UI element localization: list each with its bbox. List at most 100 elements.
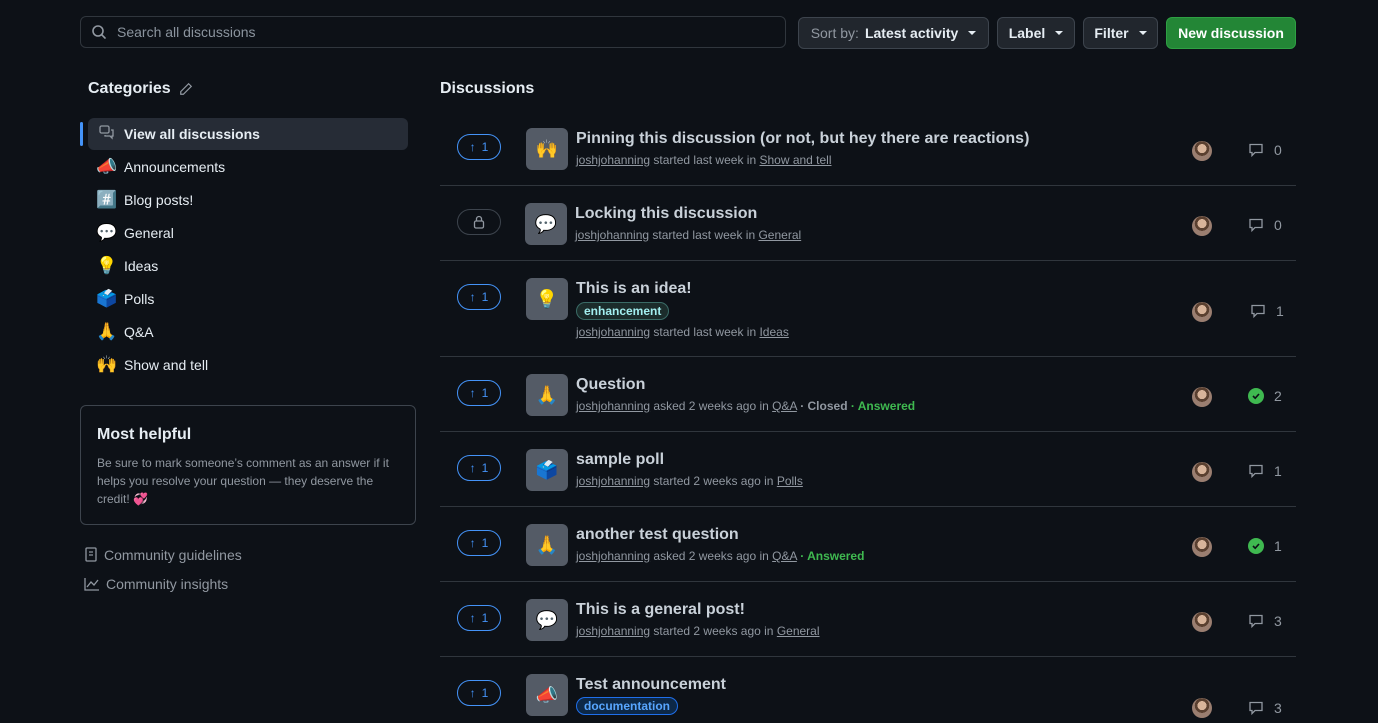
discussion-row[interactable]: ↑ 1 🙏 another test question joshjohanning… <box>440 507 1296 582</box>
discussion-title[interactable]: Question <box>576 376 645 394</box>
discussion-title[interactable]: Test announcement <box>576 676 726 694</box>
meta-verb: asked 2 weeks ago in <box>653 399 769 413</box>
category-link[interactable]: Q&A <box>772 399 797 413</box>
avatar[interactable] <box>1192 612 1212 632</box>
upvote-button[interactable]: ↑ 1 <box>457 530 501 556</box>
category-emoji-tile: 📣 <box>526 674 568 716</box>
discussion-row[interactable]: ↑ 1 💡 This is an idea! enhancement joshjo… <box>440 261 1296 357</box>
label-badge[interactable]: enhancement <box>576 302 670 320</box>
upvote-button[interactable]: ↑ 1 <box>457 380 501 406</box>
comment-count-value: 1 <box>1274 463 1282 479</box>
upvote-button[interactable]: ↑ 1 <box>457 680 501 706</box>
check-circle-icon <box>1248 388 1264 404</box>
upvote-button[interactable]: ↑ 1 <box>457 134 501 160</box>
meta-verb: started 2 weeks ago in <box>653 474 774 488</box>
comment-icon <box>1251 304 1265 319</box>
answered-status: · Answered <box>800 549 865 563</box>
discussion-row[interactable]: ↑ 1 🗳️ sample poll joshjohanning started … <box>440 432 1296 507</box>
category-link[interactable]: General <box>777 624 820 638</box>
new-discussion-label: New discussion <box>1178 25 1284 41</box>
comment-count: 1 <box>1248 538 1282 554</box>
comment-count-value: 0 <box>1274 142 1282 158</box>
lightbulb-icon: 💡 <box>96 255 118 275</box>
upvote-button[interactable]: ↑ 1 <box>457 455 501 481</box>
categories-title: Categories <box>88 80 171 97</box>
upvote-button[interactable]: ↑ 1 <box>457 284 501 310</box>
upvote-button[interactable]: ↑ 1 <box>457 605 501 631</box>
sidebar-item-ideas[interactable]: 💡 Ideas <box>80 249 408 282</box>
avatar[interactable] <box>1192 462 1212 482</box>
discussion-title[interactable]: This is an idea! <box>576 280 692 298</box>
chevron-down-icon <box>1055 31 1064 35</box>
sidebar-item-label: Q&A <box>124 323 154 340</box>
arrow-up-icon: ↑ <box>469 686 476 700</box>
author-link[interactable]: joshjohanning <box>576 399 650 413</box>
avatar[interactable] <box>1192 302 1212 322</box>
discussion-row[interactable]: ↑ 1 🙏 Question joshjohanning asked 2 week… <box>440 357 1296 432</box>
discussions-heading: Discussions <box>440 80 535 97</box>
discussion-title[interactable]: sample poll <box>576 451 664 469</box>
author-link[interactable]: joshjohanning <box>576 624 650 638</box>
search-box[interactable] <box>80 16 786 48</box>
category-link[interactable]: Polls <box>777 474 803 488</box>
label-badge[interactable]: documentation <box>576 697 678 715</box>
discussion-title[interactable]: another test question <box>576 526 739 544</box>
discussion-title[interactable]: Locking this discussion <box>575 205 757 223</box>
comment-count: 1 <box>1248 463 1282 479</box>
new-discussion-button[interactable]: New discussion <box>1166 17 1296 49</box>
author-link[interactable]: joshjohanning <box>575 228 649 242</box>
category-emoji-tile: 💬 <box>525 203 567 245</box>
sidebar-item-announcements[interactable]: 📣 Announcements <box>80 150 408 183</box>
category-link[interactable]: General <box>758 228 801 242</box>
most-helpful-card: Most helpful Be sure to mark someone’s c… <box>80 405 416 525</box>
category-link[interactable]: Show and tell <box>759 153 831 167</box>
author-link[interactable]: joshjohanning <box>576 153 650 167</box>
ballot-box-icon: 🗳️ <box>96 288 118 308</box>
author-link[interactable]: joshjohanning <box>576 549 650 563</box>
discussion-title[interactable]: Pinning this discussion (or not, but hey… <box>576 130 1029 148</box>
book-icon <box>85 547 97 562</box>
discussion-title[interactable]: This is a general post! <box>576 601 745 619</box>
folded-hands-icon: 🙏 <box>96 321 118 341</box>
search-input[interactable] <box>115 23 759 41</box>
vote-count: 1 <box>481 140 489 154</box>
sidebar-item-qa[interactable]: 🙏 Q&A <box>80 315 408 348</box>
discussion-meta: joshjohanning started last week in Ideas <box>576 325 789 339</box>
discussion-row[interactable]: 💬 Locking this discussion joshjohanning … <box>440 186 1296 261</box>
category-link[interactable]: Q&A <box>772 549 797 563</box>
category-link[interactable]: Ideas <box>759 325 788 339</box>
avatar[interactable] <box>1192 387 1212 407</box>
community-insights-link[interactable]: Community insights <box>84 576 228 592</box>
arrow-up-icon: ↑ <box>469 386 476 400</box>
sidebar-item-polls[interactable]: 🗳️ Polls <box>80 282 408 315</box>
category-emoji-tile: 💬 <box>526 599 568 641</box>
filter-button[interactable]: Filter <box>1083 17 1158 49</box>
vote-count: 1 <box>481 611 489 625</box>
discussion-row[interactable]: ↑ 1 🙌 Pinning this discussion (or not, bu… <box>440 111 1296 186</box>
author-link[interactable]: joshjohanning <box>576 325 650 339</box>
community-guidelines-link[interactable]: Community guidelines <box>84 547 242 563</box>
sort-value: Latest activity <box>864 25 959 41</box>
avatar[interactable] <box>1192 698 1212 718</box>
label-button[interactable]: Label <box>997 17 1075 49</box>
avatar[interactable] <box>1192 216 1212 236</box>
category-emoji-tile: 🙌 <box>526 128 568 170</box>
sidebar-item-general[interactable]: 💬 General <box>80 216 408 249</box>
avatar[interactable] <box>1192 537 1212 557</box>
comment-count: 2 <box>1248 388 1282 404</box>
comment-count-value: 3 <box>1274 700 1282 716</box>
sort-button[interactable]: Sort by: Latest activity <box>798 17 989 49</box>
discussion-row[interactable]: ↑ 1 💬 This is a general post! joshjohanni… <box>440 582 1296 657</box>
author-link[interactable]: joshjohanning <box>576 474 650 488</box>
avatar[interactable] <box>1192 141 1212 161</box>
sidebar-item-show-and-tell[interactable]: 🙌 Show and tell <box>80 348 408 381</box>
pencil-icon[interactable] <box>179 82 193 96</box>
filter-button-text: Filter <box>1094 25 1129 41</box>
discussion-row[interactable]: ↑ 1 📣 Test announcement documentation 3 <box>440 657 1296 723</box>
sidebar-item-view-all[interactable]: View all discussions <box>80 118 408 150</box>
category-emoji-tile: 🙏 <box>526 524 568 566</box>
sidebar-item-blog-posts[interactable]: #️⃣ Blog posts! <box>80 183 408 216</box>
comment-count-value: 1 <box>1274 538 1282 554</box>
vote-count: 1 <box>481 386 489 400</box>
discussion-meta: joshjohanning asked 2 weeks ago in Q&A ·… <box>576 399 915 413</box>
